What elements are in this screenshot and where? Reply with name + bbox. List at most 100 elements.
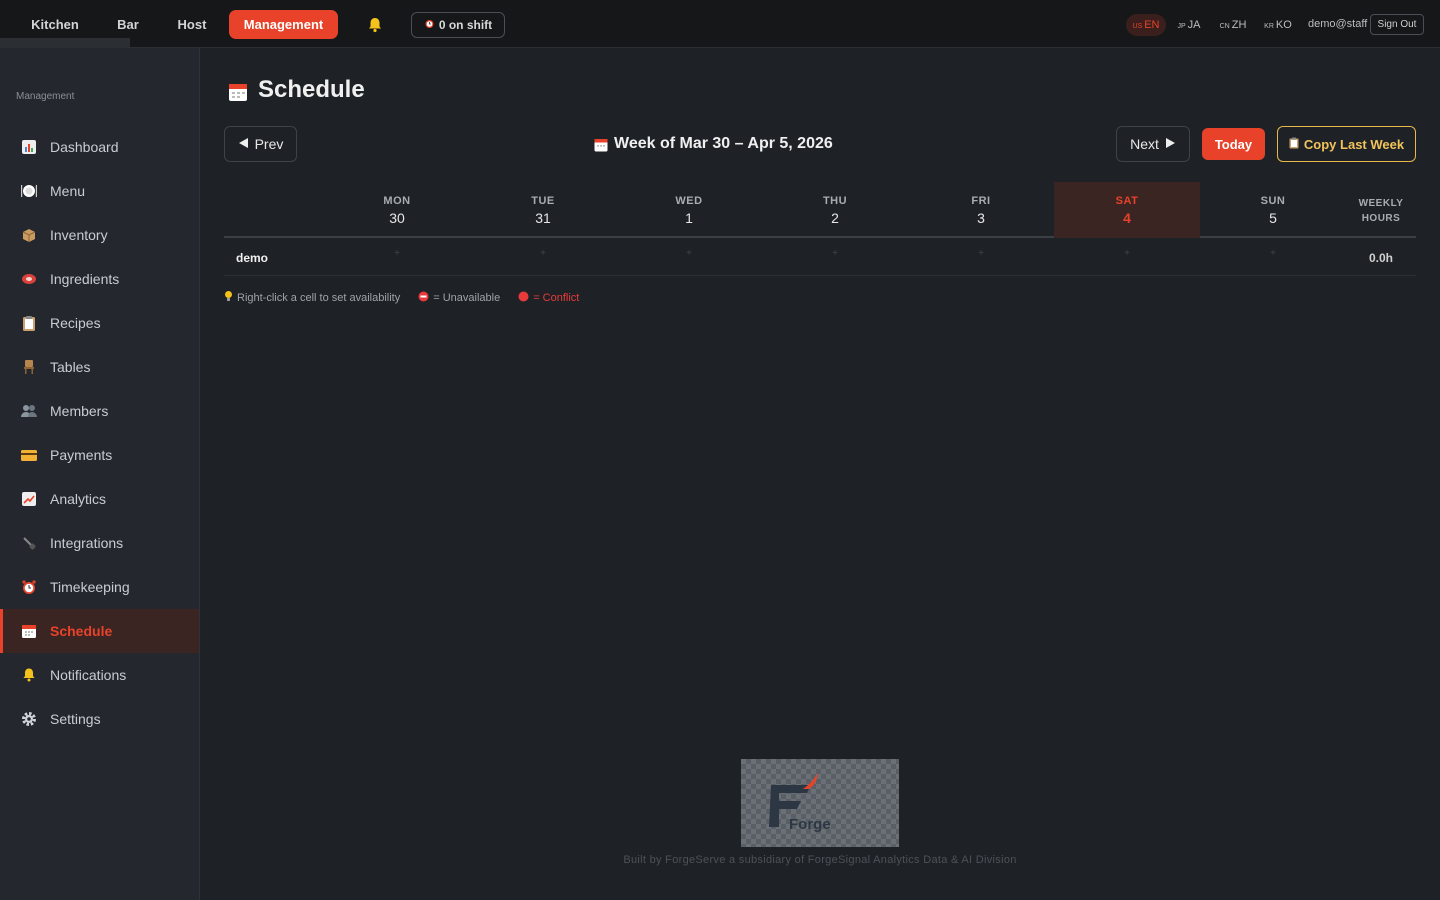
sidebar-item-dashboard[interactable]: Dashboard <box>0 125 199 169</box>
table-row: demo + + + + + + + 0.0h <box>224 238 1416 276</box>
language-en[interactable]: US EN <box>1126 14 1166 36</box>
main-content: Schedule Prev Week of Mar 30 – Apr 5, 20… <box>200 48 1440 900</box>
day-date: 31 <box>535 210 551 226</box>
sidebar-item-schedule[interactable]: Schedule <box>0 609 199 653</box>
chart-icon <box>20 138 38 156</box>
sidebar-item-notifications[interactable]: Notifications <box>0 653 199 697</box>
sidebar-item-members[interactable]: Members <box>0 389 199 433</box>
sidebar-item-label: Recipes <box>50 315 101 331</box>
calendar-icon <box>594 138 608 152</box>
day-name: SUN <box>1260 195 1286 207</box>
sidebar: Management Dashboard Menu Inventory Ingr… <box>0 48 200 900</box>
day-date: 2 <box>831 210 839 226</box>
week-range-label: Week of Mar 30 – Apr 5, 2026 <box>614 135 833 152</box>
footer-credit: Built by ForgeServe a subsidiary of Forg… <box>623 854 1017 866</box>
schedule-header-row: MON 30 TUE 31 WED 1 THU 2 FRI 3 SAT 4 SU… <box>224 182 1416 238</box>
plug-icon <box>20 534 38 552</box>
sidebar-item-payments[interactable]: Payments <box>0 433 199 477</box>
schedule-cell-wed[interactable]: + <box>616 242 762 272</box>
bell-icon <box>20 666 38 684</box>
lightbulb-icon <box>224 290 233 305</box>
day-header-thu: THU 2 <box>762 182 908 238</box>
sidebar-item-inventory[interactable]: Inventory <box>0 213 199 257</box>
sidebar-item-label: Notifications <box>50 667 127 683</box>
forge-logo: Forge <box>741 759 899 847</box>
schedule-cell-mon[interactable]: + <box>324 242 470 272</box>
sidebar-item-label: Dashboard <box>50 139 119 155</box>
schedule-legend: Right-click a cell to set availability =… <box>224 290 579 305</box>
day-date: 4 <box>1123 210 1131 226</box>
prev-week-button[interactable]: Prev <box>224 126 297 162</box>
on-shift-label: 0 on shift <box>438 18 493 32</box>
weekly-hours-header: WEEKLY HOURS <box>1358 198 1404 224</box>
legend-conflict: = Conflict <box>518 291 579 305</box>
on-shift-indicator[interactable]: 0 on shift <box>411 12 505 38</box>
tab-kitchen[interactable]: Kitchen <box>20 10 90 39</box>
tab-bar[interactable]: Bar <box>108 10 148 39</box>
day-name: MON <box>383 195 411 207</box>
day-header-sun: SUN 5 <box>1200 182 1346 238</box>
right-arrow-icon <box>1165 136 1176 152</box>
language-ko[interactable]: KR KO <box>1262 14 1294 36</box>
day-header-wed: WED 1 <box>616 182 762 238</box>
user-email: demo@staff <box>1308 18 1368 30</box>
notifications-bell-icon[interactable] <box>366 16 384 34</box>
day-header-fri: FRI 3 <box>908 182 1054 238</box>
day-date: 1 <box>685 210 693 226</box>
top-nav-bar: Kitchen Bar Host Management 0 on shift U… <box>0 0 1440 48</box>
sidebar-item-label: Schedule <box>50 623 113 639</box>
weekly-hours-value: 0.0h <box>1368 251 1393 265</box>
sidebar-item-settings[interactable]: Settings <box>0 697 199 741</box>
no-entry-icon <box>418 291 429 305</box>
legend-unavailable: = Unavailable <box>418 291 500 305</box>
page-title: Schedule <box>258 76 365 103</box>
sidebar-item-analytics[interactable]: Analytics <box>0 477 199 521</box>
sidebar-item-recipes[interactable]: Recipes <box>0 301 199 345</box>
today-button[interactable]: Today <box>1202 128 1265 160</box>
day-date: 5 <box>1269 210 1277 226</box>
next-week-button[interactable]: Next <box>1116 126 1190 162</box>
tab-host[interactable]: Host <box>168 10 216 39</box>
day-name: FRI <box>971 195 991 207</box>
box-icon <box>20 226 38 244</box>
sidebar-item-label: Members <box>50 403 109 419</box>
day-name: TUE <box>531 195 555 207</box>
meat-icon <box>20 270 38 288</box>
gear-icon <box>20 710 38 728</box>
day-name: THU <box>822 195 848 207</box>
sidebar-item-integrations[interactable]: Integrations <box>0 521 199 565</box>
schedule-cell-sun[interactable]: + <box>1200 242 1346 272</box>
red-circle-icon <box>518 291 529 305</box>
day-name: WED <box>675 195 703 207</box>
sidebar-item-label: Ingredients <box>50 271 120 287</box>
next-label: Next <box>1130 136 1159 152</box>
copy-last-week-button[interactable]: Copy Last Week <box>1277 126 1416 162</box>
day-header-tue: TUE 31 <box>470 182 616 238</box>
sidebar-item-label: Tables <box>50 359 91 375</box>
legend-hint: Right-click a cell to set availability <box>224 290 400 305</box>
chair-icon <box>20 358 38 376</box>
language-zh[interactable]: CN ZH <box>1216 14 1250 36</box>
prev-label: Prev <box>254 136 284 152</box>
day-header-mon: MON 30 <box>324 182 470 238</box>
people-icon <box>20 402 38 420</box>
day-date: 3 <box>977 210 985 226</box>
sidebar-item-timekeeping[interactable]: Timekeeping <box>0 565 199 609</box>
calendar-icon <box>228 82 248 102</box>
schedule-cell-sat[interactable]: + <box>1054 242 1200 272</box>
calendar-icon <box>20 622 38 640</box>
day-header-sat: SAT 4 <box>1054 182 1200 238</box>
sign-out-button[interactable]: Sign Out <box>1370 14 1424 35</box>
language-ja[interactable]: JP JA <box>1174 14 1204 36</box>
sidebar-heading: Management <box>16 91 75 102</box>
sidebar-item-menu[interactable]: Menu <box>0 169 199 213</box>
schedule-cell-fri[interactable]: + <box>908 242 1054 272</box>
sidebar-item-tables[interactable]: Tables <box>0 345 199 389</box>
sidebar-item-label: Menu <box>50 183 86 199</box>
staff-name: demo <box>236 251 269 265</box>
schedule-cell-tue[interactable]: + <box>470 242 616 272</box>
tab-management[interactable]: Management <box>229 10 338 39</box>
sidebar-item-ingredients[interactable]: Ingredients <box>0 257 199 301</box>
left-arrow-icon <box>238 136 249 152</box>
schedule-cell-thu[interactable]: + <box>762 242 908 272</box>
